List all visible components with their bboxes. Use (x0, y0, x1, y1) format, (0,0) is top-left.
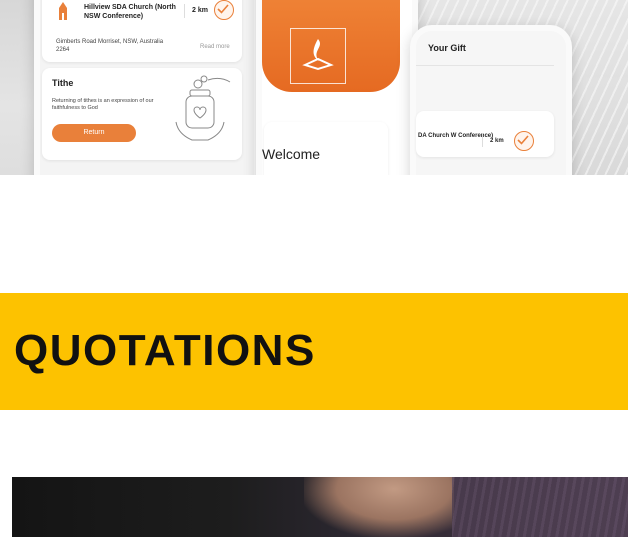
phone-mockup-right: Your Gift DA Church W Conference) 2 km (410, 25, 572, 175)
church-name: DA Church W Conference) (418, 133, 494, 139)
distance: 2 km (192, 7, 208, 14)
church-address: Gimberts Road Morriset, NSW, Australia 2… (56, 39, 164, 53)
donation-jar-icon (172, 74, 234, 149)
church-card: Hillview SDA Church (North NSW Conferenc… (42, 0, 242, 62)
section-title: QUOTATIONS (14, 326, 316, 375)
hero-image: Hillview SDA Church (North NSW Conferenc… (0, 0, 628, 175)
phone-mockup-center: Welcome (256, 0, 418, 175)
church-name: Hillview SDA Church (North NSW Conferenc… (84, 4, 176, 20)
divider (184, 4, 185, 18)
tithe-card: Tithe Returning of tithes is an expressi… (42, 68, 242, 160)
hand-image (304, 477, 454, 537)
select-check-icon[interactable] (514, 131, 534, 151)
welcome-heading: Welcome (262, 146, 321, 162)
gift-title: Your Gift (428, 43, 466, 53)
tithe-description: Returning of tithes is an expression of … (52, 98, 154, 111)
church-card: DA Church W Conference) 2 km (416, 111, 554, 157)
divider (416, 65, 554, 66)
return-button[interactable]: Return (52, 124, 136, 142)
church-icon (56, 2, 70, 20)
church-logo-icon (290, 28, 346, 84)
select-check-icon[interactable] (214, 0, 234, 20)
tithe-title: Tithe (52, 78, 74, 88)
quotation-photo (12, 477, 628, 537)
phone-mockup-left: Hillview SDA Church (North NSW Conferenc… (34, 0, 260, 175)
divider (482, 133, 483, 147)
header-banner (262, 0, 400, 92)
read-more-link[interactable]: Read more (200, 44, 230, 50)
distance: 2 km (490, 138, 504, 144)
sleeve-image (452, 477, 628, 537)
